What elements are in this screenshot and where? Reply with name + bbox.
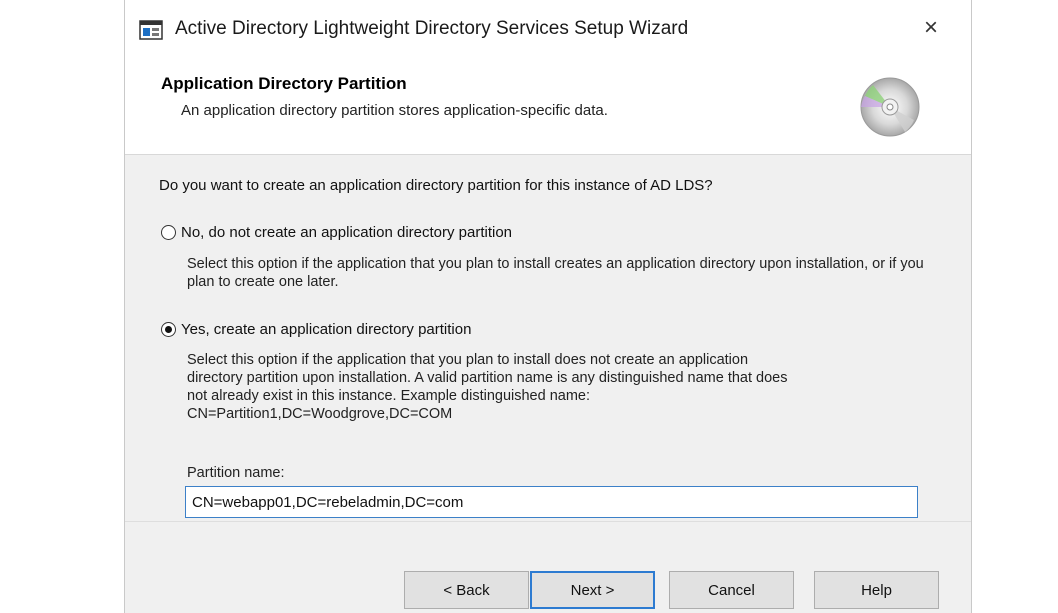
option-yes-description-line: Select this option if the application th… xyxy=(187,352,749,368)
partition-question: Do you want to create an application dir… xyxy=(159,177,713,194)
option-yes-label: Yes, create an application directory par… xyxy=(181,321,472,338)
setup-wizard-window: Active Directory Lightweight Directory S… xyxy=(124,0,972,613)
wizard-app-icon xyxy=(139,20,163,40)
option-yes-description-line: not already exist in this instance. Exam… xyxy=(187,388,590,404)
radio-no-partition[interactable] xyxy=(161,225,176,240)
window-title: Active Directory Lightweight Directory S… xyxy=(175,18,689,39)
option-no-label: No, do not create an application directo… xyxy=(181,224,513,241)
option-no-description: Select this option if the application th… xyxy=(187,256,924,290)
option-yes-description: Select this option if the application th… xyxy=(187,351,927,423)
partition-name-label: Partition name: xyxy=(187,465,285,481)
help-button[interactable]: Help xyxy=(814,571,939,609)
option-yes-description-line: directory partition upon installation. A… xyxy=(187,370,788,386)
page-title: Application Directory Partition xyxy=(161,74,407,93)
wizard-content: Do you want to create an application dir… xyxy=(125,155,971,521)
radio-yes-partition[interactable] xyxy=(161,322,176,337)
wizard-header: Application Directory Partition An appli… xyxy=(125,64,971,155)
title-bar: Active Directory Lightweight Directory S… xyxy=(125,0,971,64)
next-button[interactable]: Next > xyxy=(530,571,655,609)
partition-name-input[interactable] xyxy=(185,486,918,518)
option-yes-partition[interactable]: Yes, create an application directory par… xyxy=(161,321,471,338)
cancel-button[interactable]: Cancel xyxy=(669,571,794,609)
option-yes-description-line: CN=Partition1,DC=Woodgrove,DC=COM xyxy=(187,406,453,422)
back-button[interactable]: < Back xyxy=(404,571,529,609)
close-button[interactable]: × xyxy=(917,14,945,42)
page-subtitle: An application directory partition store… xyxy=(181,102,608,119)
button-bar: < Back Next > Cancel Help xyxy=(125,521,971,613)
cd-disc-icon xyxy=(859,76,921,138)
option-no-partition[interactable]: No, do not create an application directo… xyxy=(161,224,512,241)
